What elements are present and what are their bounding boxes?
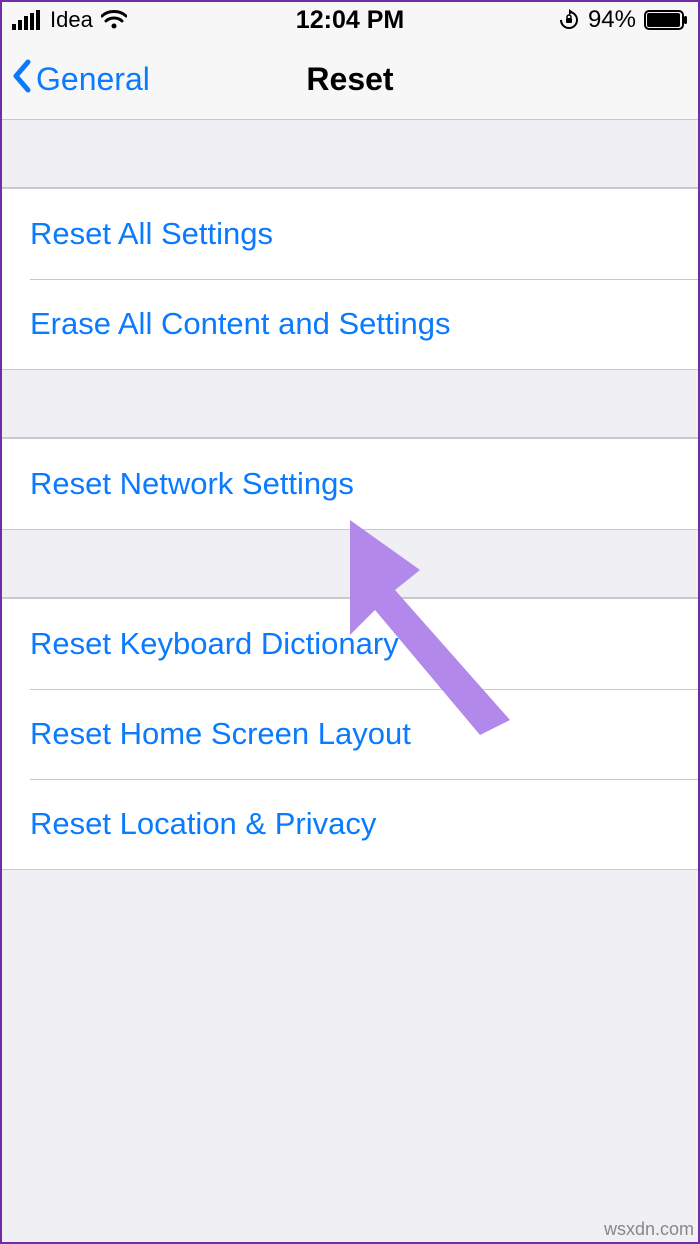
- status-time: 12:04 PM: [296, 6, 404, 35]
- erase-all-content-row[interactable]: Erase All Content and Settings: [0, 279, 700, 369]
- wifi-icon: [101, 10, 127, 30]
- row-label: Erase All Content and Settings: [30, 306, 450, 342]
- back-label: General: [36, 61, 150, 98]
- carrier-label: Idea: [50, 7, 93, 33]
- battery-percentage: 94%: [588, 6, 636, 34]
- reset-keyboard-dictionary-row[interactable]: Reset Keyboard Dictionary: [0, 599, 700, 689]
- reset-network-settings-row[interactable]: Reset Network Settings: [0, 439, 700, 529]
- orientation-lock-icon: [558, 9, 580, 31]
- watermark: wsxdn.com: [604, 1219, 694, 1240]
- section-gap: [0, 120, 700, 188]
- reset-home-screen-layout-row[interactable]: Reset Home Screen Layout: [0, 689, 700, 779]
- row-label: Reset Network Settings: [30, 466, 354, 502]
- status-bar: Idea 12:04 PM 94%: [0, 0, 700, 40]
- status-left: Idea: [12, 7, 127, 33]
- section-gap: [0, 370, 700, 438]
- row-label: Reset All Settings: [30, 216, 273, 252]
- section-gap: [0, 530, 700, 598]
- row-label: Reset Keyboard Dictionary: [30, 626, 399, 662]
- cellular-signal-icon: [12, 10, 42, 30]
- page-title: Reset: [306, 61, 393, 98]
- group-2: Reset Network Settings: [0, 438, 700, 530]
- row-label: Reset Home Screen Layout: [30, 716, 411, 752]
- content: Reset All Settings Erase All Content and…: [0, 120, 700, 870]
- status-right: 94%: [558, 6, 688, 34]
- reset-location-privacy-row[interactable]: Reset Location & Privacy: [0, 779, 700, 869]
- back-button[interactable]: General: [12, 59, 150, 101]
- group-1: Reset All Settings Erase All Content and…: [0, 188, 700, 370]
- nav-bar: General Reset: [0, 40, 700, 120]
- group-3: Reset Keyboard Dictionary Reset Home Scr…: [0, 598, 700, 870]
- chevron-left-icon: [12, 59, 32, 101]
- battery-icon: [644, 10, 688, 30]
- row-label: Reset Location & Privacy: [30, 806, 376, 842]
- reset-all-settings-row[interactable]: Reset All Settings: [0, 189, 700, 279]
